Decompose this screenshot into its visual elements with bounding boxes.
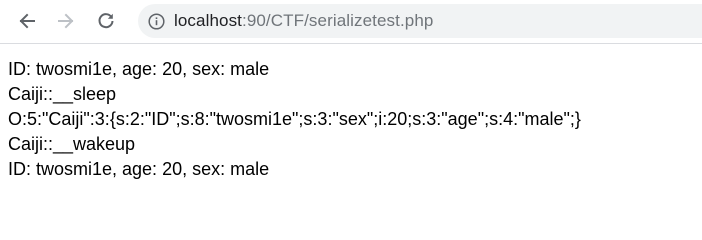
output-line: ID: twosmi1e, age: 20, sex: male [8, 59, 270, 79]
output-line: ID: twosmi1e, age: 20, sex: male [8, 159, 270, 179]
info-icon[interactable] [147, 12, 165, 30]
page-content: ID: twosmi1e, age: 20, sex: male Caiji::… [8, 57, 581, 182]
arrow-left-icon [19, 13, 35, 29]
browser-toolbar: localhost:90/CTF/serializetest.php [0, 0, 702, 44]
url-host: localhost [174, 11, 242, 30]
back-button[interactable] [13, 7, 41, 35]
output-line: O:5:"Caiji":3:{s:2:"ID";s:8:"twosmi1e";s… [8, 109, 581, 129]
reload-button[interactable] [92, 7, 120, 35]
url-text: localhost:90/CTF/serializetest.php [174, 11, 433, 31]
address-bar[interactable]: localhost:90/CTF/serializetest.php [138, 4, 702, 38]
url-path: :90/CTF/serializetest.php [242, 11, 434, 30]
output-line: Caiji::__wakeup [8, 134, 136, 154]
reload-icon [98, 13, 114, 29]
arrow-right-icon [58, 13, 74, 29]
output-line: Caiji::__sleep [8, 84, 117, 104]
forward-button[interactable] [52, 7, 80, 35]
